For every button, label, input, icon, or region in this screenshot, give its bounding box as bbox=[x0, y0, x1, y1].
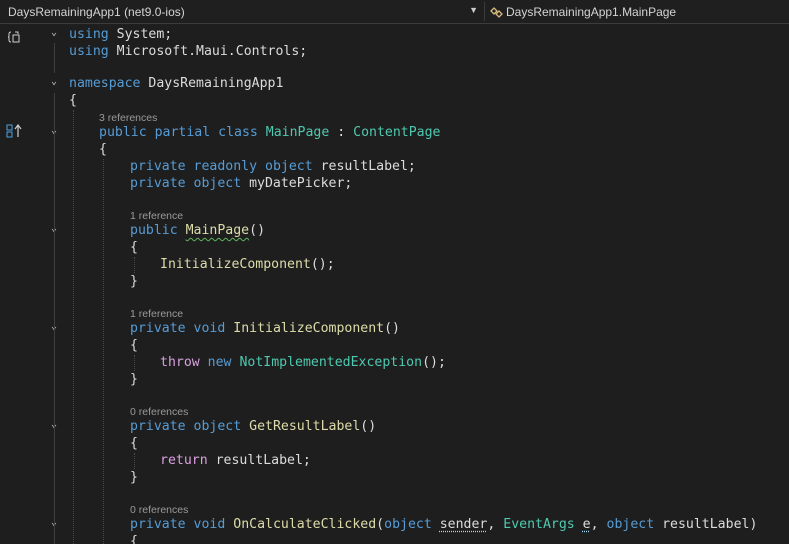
fold-chevron-icon[interactable]: ⌄ bbox=[48, 27, 60, 39]
navigation-bar: DaysRemainingApp1 (net9.0-ios) ▼ DaysRem… bbox=[0, 0, 789, 24]
code-line: { bbox=[130, 240, 138, 255]
outline-line bbox=[54, 142, 55, 544]
code-line: public MainPage() bbox=[130, 223, 266, 238]
quick-actions-icon[interactable] bbox=[8, 30, 22, 44]
code-line: private readonly object resultLabel; bbox=[130, 159, 416, 174]
code-line: } bbox=[130, 372, 138, 387]
code-line: } bbox=[130, 470, 138, 485]
code-line: return resultLabel; bbox=[160, 453, 311, 468]
chevron-down-icon: ▼ bbox=[469, 5, 478, 15]
code-line: InitializeComponent(); bbox=[160, 257, 335, 272]
code-line: { bbox=[130, 534, 138, 544]
code-line: } bbox=[130, 274, 138, 289]
code-line: private object myDatePicker; bbox=[130, 176, 353, 191]
code-line: using System; bbox=[69, 27, 173, 42]
fold-chevron-icon[interactable]: ⌄ bbox=[48, 76, 60, 88]
member-dropdown-label: DaysRemainingApp1.MainPage bbox=[506, 4, 677, 19]
code-lens-references[interactable]: 3 references bbox=[99, 111, 157, 125]
project-dropdown[interactable]: DaysRemainingApp1 (net9.0-ios) ▼ bbox=[0, 2, 485, 21]
project-dropdown-label: DaysRemainingApp1 (net9.0-ios) bbox=[8, 4, 185, 19]
code-lens-references[interactable]: 0 references bbox=[130, 503, 188, 517]
code-line: { bbox=[130, 338, 138, 353]
glyph-margin bbox=[0, 25, 44, 544]
code-line: { bbox=[99, 142, 107, 157]
class-icon bbox=[490, 6, 503, 18]
code-line: { bbox=[69, 93, 77, 108]
outline-line bbox=[54, 43, 55, 73]
code-editor[interactable]: ⌄ ⌄ ⌄ ⌄ ⌄ ⌄ ⌄ using System; using Micros… bbox=[0, 25, 789, 544]
code-line: using Microsoft.Maui.Controls; bbox=[69, 44, 308, 59]
code-line: private void OnCalculateClicked(object s… bbox=[130, 517, 758, 532]
code-line: private void InitializeComponent() bbox=[130, 321, 400, 336]
code-line: namespace DaysRemainingApp1 bbox=[69, 76, 284, 91]
code-lens-references[interactable]: 1 reference bbox=[130, 209, 183, 223]
code-line: public partial class MainPage : ContentP… bbox=[99, 125, 441, 140]
inheritance-icon[interactable] bbox=[6, 124, 24, 138]
code-lens-references[interactable]: 0 references bbox=[130, 405, 188, 419]
code-lens-references[interactable]: 1 reference bbox=[130, 307, 183, 321]
code-line: { bbox=[130, 436, 138, 451]
code-line: throw new NotImplementedException(); bbox=[160, 355, 446, 370]
member-dropdown[interactable]: DaysRemainingApp1.MainPage bbox=[485, 2, 789, 21]
code-line: private object GetResultLabel() bbox=[130, 419, 377, 434]
code-area[interactable]: using System; using Microsoft.Maui.Contr… bbox=[69, 25, 789, 544]
